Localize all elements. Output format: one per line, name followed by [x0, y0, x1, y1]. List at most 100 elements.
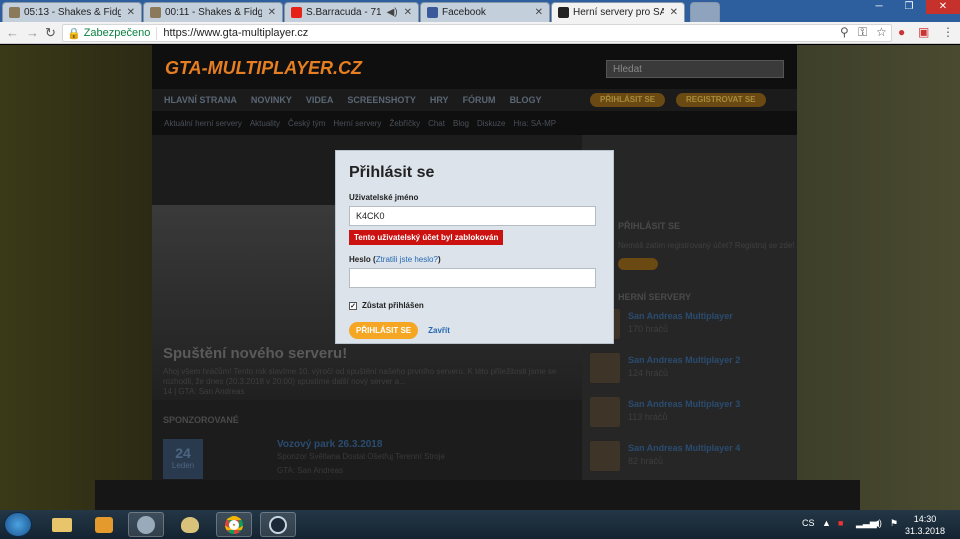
- zoom-icon[interactable]: ⚲: [840, 25, 849, 39]
- servers-heading: HERNÍ SERVERY: [618, 292, 692, 302]
- menu-icon[interactable]: ⋮: [942, 25, 954, 39]
- submenu-item[interactable]: Herní servery: [333, 119, 381, 128]
- password-input[interactable]: [349, 268, 596, 288]
- menu-item[interactable]: HRY: [430, 95, 449, 105]
- browser-tab-bar: 05:13 - Shakes & Fidget ✕ 00:11 - Shakes…: [0, 0, 960, 22]
- gta-launcher-icon[interactable]: [128, 512, 164, 537]
- server-item[interactable]: San Andreas Multiplayer 4 82 hráčů: [590, 441, 790, 477]
- menu-item[interactable]: FÓRUM: [463, 95, 496, 105]
- server-players: 170 hráčů: [628, 324, 669, 334]
- url-text[interactable]: https://www.gta-multiplayer.cz: [163, 27, 308, 39]
- background-right: [797, 45, 960, 510]
- close-icon[interactable]: ✕: [670, 7, 678, 18]
- extension-shield-icon[interactable]: ▣: [918, 25, 929, 39]
- antivirus-icon[interactable]: ■: [838, 518, 843, 528]
- close-icon[interactable]: ✕: [127, 7, 135, 18]
- tab-youtube[interactable]: S.Barracuda - 713 (OF ◀) ✕: [284, 2, 419, 22]
- modal-close-link[interactable]: Zavřít: [428, 326, 450, 335]
- minimize-icon[interactable]: ─: [866, 0, 892, 14]
- server-players: 113 hráčů: [628, 412, 668, 422]
- remember-row[interactable]: ✓ Zůstat přihlášen: [349, 301, 600, 310]
- submenu-item[interactable]: Aktuální herní servery: [164, 119, 242, 128]
- server-item[interactable]: San Andreas Multiplayer 2 124 hráčů: [590, 353, 790, 389]
- modal-actions: PŘIHLÁSIT SE Zavřít: [349, 322, 600, 339]
- language-indicator[interactable]: CS: [802, 518, 815, 528]
- menu-item[interactable]: VIDEA: [306, 95, 334, 105]
- site-register-button[interactable]: REGISTROVAT SE: [676, 93, 766, 107]
- reload-icon[interactable]: ↻: [45, 25, 56, 41]
- submenu-item[interactable]: Blog: [453, 119, 469, 128]
- server-item[interactable]: San Andreas Multiplayer 3 113 hráčů: [590, 397, 790, 433]
- close-window-icon[interactable]: ✕: [926, 0, 960, 14]
- username-label: Uživatelské jméno: [349, 193, 419, 202]
- paint-icon[interactable]: [172, 512, 208, 537]
- server-players: 82 hráčů: [628, 456, 664, 466]
- volume-icon[interactable]: ◀): [872, 518, 882, 529]
- forgot-password-link[interactable]: Ztratili jste heslo?: [376, 255, 438, 264]
- username-input[interactable]: [349, 206, 596, 226]
- page-bottom-bar: [95, 480, 860, 510]
- new-tab-button[interactable]: [690, 2, 720, 22]
- close-icon[interactable]: ✕: [535, 7, 543, 18]
- maximize-icon[interactable]: ❐: [896, 0, 922, 14]
- site-search-input[interactable]: Hledat: [606, 60, 784, 78]
- submenu-item[interactable]: Chat: [428, 119, 445, 128]
- steam-icon[interactable]: [260, 512, 296, 537]
- bookmark-star-icon[interactable]: ☆: [876, 25, 887, 39]
- background-left: [0, 45, 152, 510]
- news-title[interactable]: Spuštění nového serveru!: [163, 345, 347, 362]
- submenu-item[interactable]: Diskuze: [477, 119, 505, 128]
- submenu-item[interactable]: Žebříčky: [389, 119, 420, 128]
- address-bar[interactable]: 🔒 Zabezpečeno https://www.gta-multiplaye…: [62, 24, 892, 42]
- game-icon: [150, 7, 161, 18]
- forward-icon[interactable]: →: [26, 25, 39, 40]
- password-label-row: Heslo (Ztratili jste heslo?): [349, 255, 441, 264]
- server-name[interactable]: San Andreas Multiplayer 4: [628, 443, 740, 453]
- extension-icon[interactable]: ●: [898, 25, 905, 39]
- back-icon[interactable]: ←: [6, 25, 19, 40]
- menu-item[interactable]: BLOGY: [510, 95, 542, 105]
- login-submit-button[interactable]: PŘIHLÁSIT SE: [349, 322, 419, 339]
- tab-title: Facebook: [442, 7, 486, 18]
- media-player-icon[interactable]: [86, 512, 122, 537]
- server-item[interactable]: San Andreas Multiplayer 170 hráčů: [590, 309, 790, 345]
- server-name[interactable]: San Andreas Multiplayer 2: [628, 355, 740, 365]
- tab-facebook[interactable]: Facebook ✕: [420, 2, 550, 22]
- secure-badge[interactable]: 🔒 Zabezpečeno: [67, 26, 158, 40]
- explorer-icon[interactable]: [44, 512, 80, 537]
- speaker-icon[interactable]: ◀): [387, 7, 398, 18]
- clock[interactable]: 14:30 31.3.2018: [905, 513, 945, 537]
- sidebar-login-text: Nemáš zatím registrovaný účet? Registruj…: [618, 241, 795, 250]
- site-login-button[interactable]: PŘIHLÁSIT SE: [590, 93, 666, 107]
- lock-icon: 🔒: [67, 27, 81, 40]
- menu-item[interactable]: NOVINKY: [251, 95, 292, 105]
- server-name[interactable]: San Andreas Multiplayer: [628, 311, 733, 321]
- chrome-icon[interactable]: [216, 512, 252, 537]
- show-hidden-icons[interactable]: ▲: [822, 518, 831, 528]
- tab-shakes-2[interactable]: 00:11 - Shakes & Fidget ✕: [143, 2, 283, 22]
- close-icon[interactable]: ✕: [404, 7, 412, 18]
- news-text: Ahoj všem hráčům! Tento rok slavíme 10. …: [163, 367, 557, 386]
- action-center-icon[interactable]: ⚑: [890, 518, 898, 529]
- server-name[interactable]: San Andreas Multiplayer 3: [628, 399, 740, 409]
- start-button[interactable]: [4, 512, 32, 537]
- tab-gta-servers[interactable]: Herní servery pro SA-MP ✕: [551, 2, 685, 22]
- windows-taskbar: CS ▲ ■ ▂▃▅ ◀) ⚑ 14:30 31.3.2018: [0, 510, 960, 539]
- tab-title: Herní servery pro SA-MP: [573, 7, 664, 18]
- menu-item[interactable]: SCREENSHOTY: [347, 95, 416, 105]
- submenu-item[interactable]: Český tým: [288, 119, 325, 128]
- close-icon[interactable]: ✕: [268, 7, 276, 18]
- submenu-item[interactable]: Aktuality: [250, 119, 280, 128]
- key-icon[interactable]: ⚿: [858, 25, 867, 40]
- game-icon: [9, 7, 20, 18]
- tab-shakes-1[interactable]: 05:13 - Shakes & Fidget ✕: [2, 2, 142, 22]
- submenu-item[interactable]: Hra: SA-MP: [513, 119, 556, 128]
- password-label: Heslo: [349, 255, 371, 264]
- site-logo[interactable]: GTA-MULTIPLAYER.CZ: [165, 58, 362, 79]
- sponsored-title[interactable]: Vozový park 26.3.2018: [277, 439, 382, 450]
- sidebar-login-button[interactable]: [618, 258, 658, 270]
- sponsored-item[interactable]: 24 Leden Vozový park 26.3.2018 Sponzor Sv…: [163, 437, 568, 482]
- remember-checkbox[interactable]: ✓: [349, 301, 357, 310]
- menu-item[interactable]: HLAVNÍ STRANA: [164, 95, 237, 105]
- error-message: Tento uživatelský účet byl zablokován: [349, 230, 504, 245]
